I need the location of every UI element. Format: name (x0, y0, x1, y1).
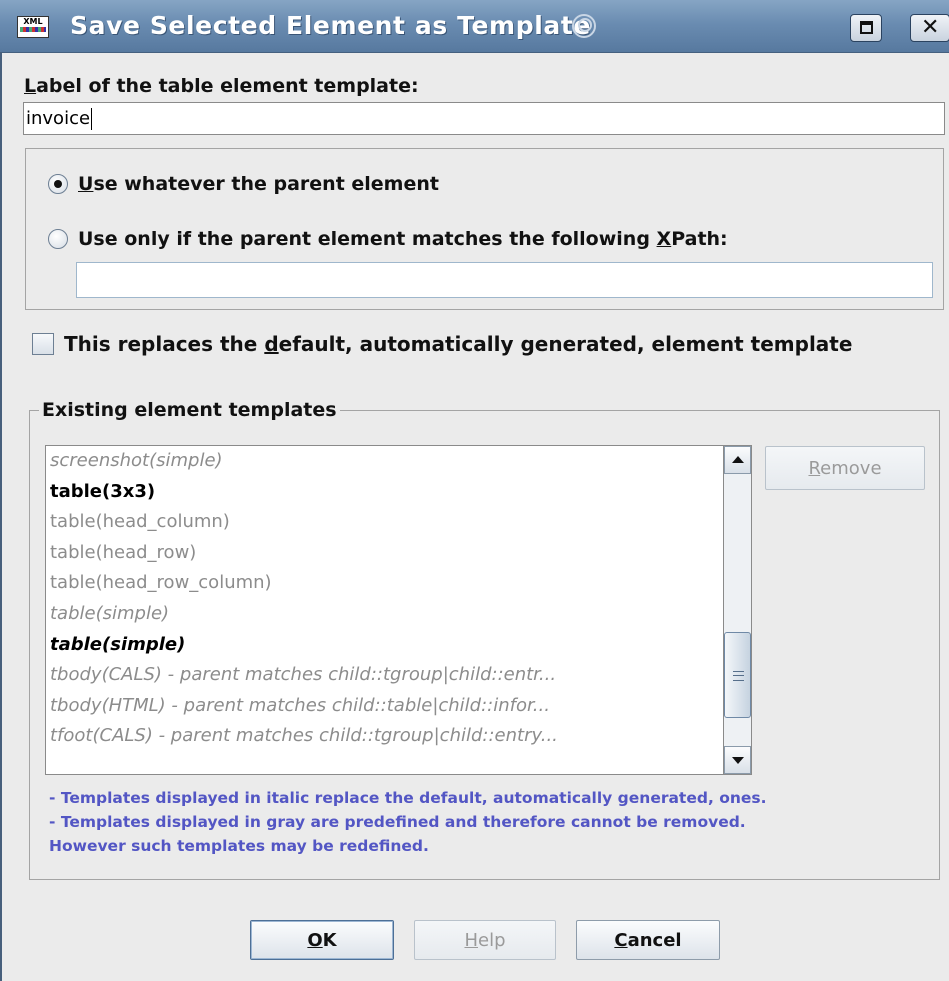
window-border (0, 52, 2, 981)
templates-list-scrollbar[interactable] (724, 445, 752, 775)
remove-button[interactable]: Remove (765, 446, 925, 490)
template-list-item[interactable]: table(head_row_column) (46, 568, 723, 599)
scroll-thumb[interactable] (724, 632, 751, 718)
template-list-item[interactable]: table(simple) (46, 599, 723, 630)
text-caret (91, 108, 93, 130)
triangle-up-icon (732, 456, 744, 463)
use-whatever-parent-radio[interactable] (48, 174, 68, 194)
template-label-input[interactable]: invoice (23, 102, 945, 135)
scroll-up-button[interactable] (724, 446, 751, 474)
maximize-button[interactable] (850, 14, 882, 42)
template-label-value: invoice (26, 108, 91, 129)
cancel-button[interactable]: Cancel (576, 920, 720, 960)
template-list-item[interactable]: screenshot(simple) (46, 446, 723, 477)
template-list-item[interactable]: tbody(CALS) - parent matches child::tgro… (46, 660, 723, 691)
use-only-if-xpath-label[interactable]: Use only if the parent element matches t… (78, 227, 728, 251)
template-list-item[interactable]: table(3x3) (46, 477, 723, 508)
existing-templates-legend: Existing element templates (39, 398, 340, 422)
gray-note: - Templates displayed in gray are predef… (49, 813, 746, 831)
template-list-item[interactable]: table(head_column) (46, 507, 723, 538)
replace-default-checkbox[interactable] (32, 333, 54, 355)
template-list-item[interactable]: tbody(HTML) - parent matches child::tabl… (46, 691, 723, 722)
templates-list[interactable]: screenshot(simple) table(3x3) table(head_c… (45, 445, 724, 775)
redefine-note: However such templates may be redefined. (49, 837, 429, 855)
use-whatever-parent-label[interactable]: Use whatever the parent element (78, 172, 439, 196)
window-title: Save Selected Element as Template (70, 11, 591, 40)
triangle-down-icon (732, 757, 744, 764)
close-button[interactable]: ✕ (910, 14, 949, 42)
replace-default-label[interactable]: This replaces the default, automatically… (64, 332, 852, 356)
ok-button[interactable]: OK (250, 920, 394, 960)
xpath-input[interactable] (76, 262, 933, 298)
maximize-icon (860, 21, 873, 34)
template-label-caption: Label of the table element template: (24, 75, 419, 97)
xml-app-icon: XML (17, 16, 49, 38)
help-button[interactable]: Help (414, 920, 556, 960)
title-bar[interactable]: XML Save Selected Element as Template ✕ (0, 0, 949, 53)
grip-icon (733, 671, 744, 681)
italic-note: - Templates displayed in italic replace … (49, 789, 767, 807)
swirl-icon (572, 14, 596, 38)
template-list-item[interactable]: table(simple) (46, 630, 723, 661)
close-icon: ✕ (921, 15, 940, 40)
template-list-item[interactable]: table(head_row) (46, 538, 723, 569)
app-icon-text: XML (23, 17, 43, 26)
template-list-item[interactable]: tfoot(CALS) - parent matches child::tgro… (46, 721, 723, 752)
use-only-if-xpath-radio[interactable] (48, 229, 68, 249)
scroll-down-button[interactable] (724, 746, 751, 774)
